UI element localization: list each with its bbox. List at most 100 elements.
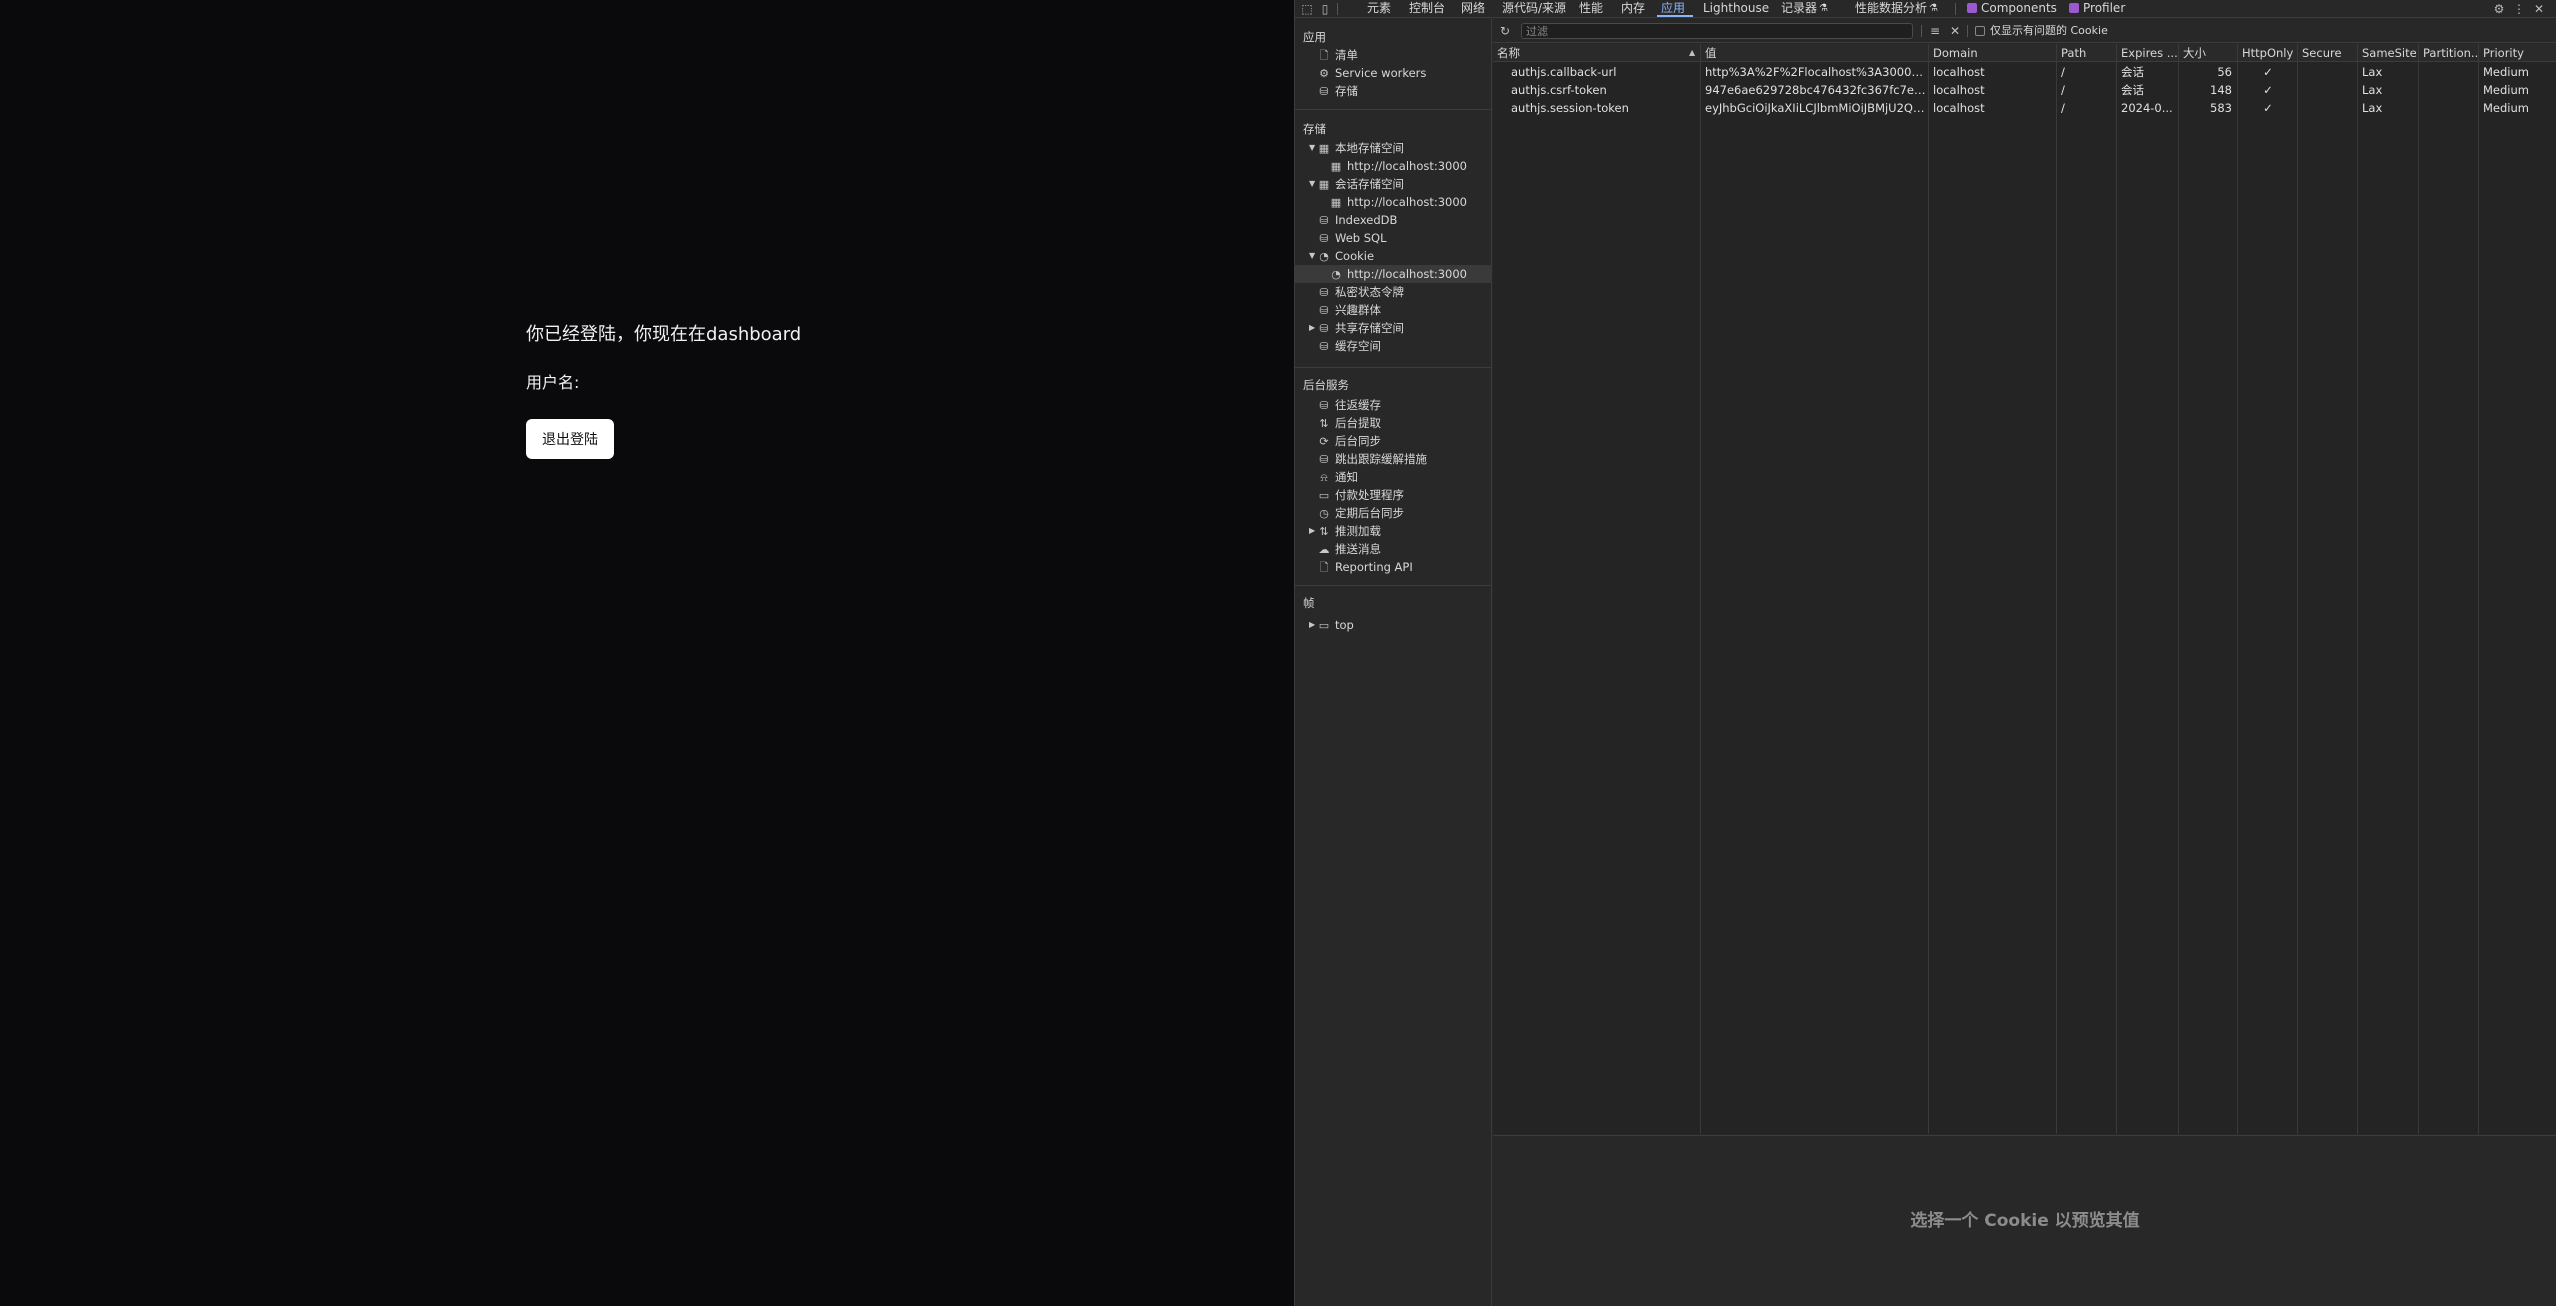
expanded-arrow-icon[interactable]: ▼: [1309, 247, 1319, 265]
table-cell: http%3A%2F%2Flocalhost%3A3000%2F...: [1705, 65, 1929, 79]
sidebar-item[interactable]: ◔ Cookie: [1317, 247, 1374, 265]
expanded-arrow-icon[interactable]: ▼: [1309, 175, 1319, 193]
collapsed-arrow-icon[interactable]: ▶: [1309, 522, 1319, 540]
sidebar-item[interactable]: ⛁ 存储: [1317, 82, 1358, 100]
table-cell: 2024-0...: [2121, 101, 2173, 115]
logout-button[interactable]: 退出登陆: [526, 419, 614, 459]
column-header[interactable]: 大小: [2179, 44, 2238, 62]
sort-ascending-icon[interactable]: ▲: [1689, 44, 1695, 62]
sidebar-item[interactable]: ⟳ 后台同步: [1317, 432, 1381, 450]
column-header[interactable]: Domain: [1929, 44, 2057, 62]
column-header[interactable]: SameSite: [2358, 44, 2419, 62]
table-cell: Lax: [2362, 83, 2383, 97]
sidebar-item[interactable]: ▭ 付款处理程序: [1317, 486, 1404, 504]
cookie-main-panel: ↻ ≡ ✕ 仅显示有问题的 Cookie 名称值DomainPathExpire…: [1493, 19, 2556, 1306]
sidebar-item[interactable]: ⇅ 后台提取: [1317, 414, 1381, 432]
sidebar-item[interactable]: ▦ http://localhost:3000: [1329, 157, 1467, 175]
sidebar-item[interactable]: ▦ http://localhost:3000: [1329, 193, 1467, 211]
cookie-name-cell[interactable]: authjs.callback-url: [1507, 63, 1701, 81]
tab-3[interactable]: 源代码/来源: [1502, 1, 1566, 19]
column-divider: [1928, 44, 1929, 1134]
column-header[interactable]: Secure: [2298, 44, 2358, 62]
file-icon: 🗋: [1319, 561, 1329, 574]
inspect-element-icon[interactable]: ⬚: [1299, 1, 1315, 17]
settings-gear-icon[interactable]: ⚙: [2491, 1, 2507, 17]
tab-label: 源代码/来源: [1502, 1, 1567, 15]
column-header[interactable]: 名称: [1493, 44, 1701, 62]
tab-11[interactable]: Profiler: [2069, 1, 2125, 19]
tab-8[interactable]: 记录器: [1781, 1, 1817, 19]
sidebar-item-label: 通知: [1335, 470, 1358, 484]
cookie-name-cell[interactable]: authjs.csrf-token: [1507, 81, 1701, 99]
tab-4[interactable]: 性能: [1579, 1, 1603, 19]
table-icon: ▦: [1330, 160, 1342, 173]
sidebar-item-label: 往返缓存: [1335, 398, 1381, 412]
table-cell: [2419, 99, 2479, 117]
table-cell: /: [2061, 83, 2065, 97]
sidebar-item[interactable]: ⛁ 缓存空间: [1317, 337, 1381, 355]
clear-filtered-icon[interactable]: ≡: [1927, 23, 1943, 39]
sidebar-item[interactable]: ▦ 本地存储空间: [1317, 139, 1404, 157]
sidebar-item[interactable]: ⛁ 跳出跟踪缓解措施: [1317, 450, 1427, 468]
database-icon: ⛁: [1319, 85, 1329, 98]
section-divider: [1295, 585, 1492, 586]
sidebar-item[interactable]: ⛁ Web SQL: [1317, 229, 1386, 247]
tab-10[interactable]: Components: [1967, 1, 2057, 19]
sidebar-item[interactable]: ◷ 定期后台同步: [1317, 504, 1404, 522]
tab-label: 应用: [1661, 1, 1686, 15]
column-header[interactable]: 值: [1701, 44, 1929, 62]
sidebar-item[interactable]: 🗋 清单: [1317, 46, 1358, 64]
sidebar-item[interactable]: ⍾ 通知: [1317, 468, 1358, 486]
sidebar-item[interactable]: ⛁ 共享存储空间: [1317, 319, 1404, 337]
sidebar-item[interactable]: ⛁ 往返缓存: [1317, 396, 1381, 414]
column-header[interactable]: Priority: [2479, 44, 2556, 62]
experiment-flask-icon: ⚗: [1819, 3, 1828, 14]
close-devtools-icon[interactable]: ✕: [2531, 1, 2547, 17]
tab-1[interactable]: 控制台: [1409, 1, 1445, 19]
sidebar-item[interactable]: ▦ 会话存储空间: [1317, 175, 1404, 193]
sidebar-item[interactable]: ⛁ 私密状态令牌: [1317, 283, 1404, 301]
sidebar-item[interactable]: ◔ http://localhost:3000: [1295, 265, 1492, 283]
username-label: 用户名:: [526, 373, 580, 392]
column-header[interactable]: Partition...: [2419, 44, 2479, 62]
sidebar-item-label: 会话存储空间: [1335, 177, 1404, 191]
table-cell: [2419, 81, 2479, 99]
sidebar-item[interactable]: ☁ 推送消息: [1317, 540, 1382, 558]
table-cell: Medium: [2483, 83, 2529, 97]
sidebar-item-label: 缓存空间: [1335, 339, 1381, 353]
table-cell: ✓: [2263, 83, 2273, 97]
tab-2[interactable]: 网络: [1461, 1, 1485, 19]
cookie-name-cell[interactable]: authjs.session-token: [1507, 99, 1701, 117]
sidebar-item[interactable]: ▭ top: [1317, 616, 1354, 634]
table-cell: 583: [2210, 101, 2232, 115]
sidebar-item[interactable]: ⛁ 兴趣群体: [1317, 301, 1381, 319]
column-header[interactable]: Expires ...: [2117, 44, 2179, 62]
cloud-icon: ☁: [1318, 543, 1330, 556]
tab-5[interactable]: 内存: [1621, 1, 1645, 19]
sidebar-item[interactable]: ⇅ 推测加载: [1317, 522, 1381, 540]
column-header[interactable]: Path: [2057, 44, 2117, 62]
tab-7[interactable]: Lighthouse: [1703, 1, 1769, 19]
delete-selected-icon[interactable]: ✕: [1947, 23, 1963, 39]
sidebar-item-label: 后台提取: [1335, 416, 1381, 430]
only-issues-checkbox[interactable]: [1975, 26, 1985, 36]
sidebar-item[interactable]: 🗋 Reporting API: [1317, 558, 1413, 576]
expanded-arrow-icon[interactable]: ▼: [1309, 139, 1319, 157]
sidebar-item[interactable]: ⛁ IndexedDB: [1317, 211, 1397, 229]
section-title: 存储: [1303, 122, 1326, 136]
collapsed-arrow-icon[interactable]: ▶: [1309, 319, 1319, 337]
more-options-icon[interactable]: ⋮: [2511, 1, 2527, 17]
collapsed-arrow-icon[interactable]: ▶: [1309, 616, 1319, 634]
cookie-filter-input[interactable]: [1521, 23, 1913, 39]
refresh-icon[interactable]: ↻: [1497, 23, 1513, 39]
tab-label: Profiler: [2083, 1, 2126, 15]
bell-icon: ⍾: [1320, 471, 1328, 484]
device-toolbar-icon[interactable]: ▯: [1317, 1, 1333, 17]
database-icon: ⛁: [1319, 214, 1329, 227]
sidebar-item[interactable]: ⚙ Service workers: [1317, 64, 1426, 82]
tab-0[interactable]: 元素: [1367, 1, 1391, 19]
devtools-panel: ⬚ ▯ 元素 控制台 网络 源代码/来源 性能 内存 应用 Lighthouse 记录器 ⚗ 性能数…: [1294, 0, 2556, 1306]
tab-9[interactable]: 性能数据分析: [1855, 1, 1927, 19]
sidebar-item-label: 推测加载: [1335, 524, 1381, 538]
column-header[interactable]: HttpOnly: [2238, 44, 2298, 62]
